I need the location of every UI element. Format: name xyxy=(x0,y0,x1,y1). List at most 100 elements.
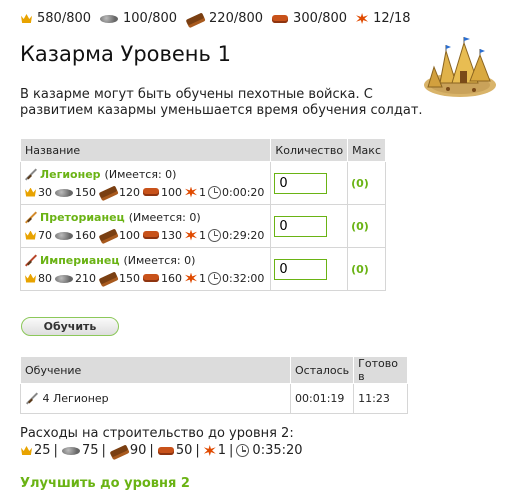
iron-icon xyxy=(99,13,119,24)
unit-have: (Имеется: 0) xyxy=(104,168,177,181)
cost-upkeep: 1 xyxy=(199,228,206,242)
upgrade-cost-clay: 50 xyxy=(175,443,193,458)
wood-icon xyxy=(98,272,118,284)
sword-icon xyxy=(24,254,38,268)
cost-clay: 130 xyxy=(161,228,182,242)
iron-icon xyxy=(54,230,74,241)
clay-icon xyxy=(142,229,160,241)
cost-upkeep: 1 xyxy=(199,271,206,285)
unit-name-link[interactable]: Легионер xyxy=(40,168,101,181)
quantity-cell xyxy=(270,247,349,291)
unit-row: Легионер (Имеется: 0) 30 150 120 100 1 0… xyxy=(19,161,386,205)
upgrade-cost-wood: 90 xyxy=(129,443,147,458)
cost-wood: 150 xyxy=(119,271,140,285)
unit-cost: 30 150 120 100 1 0:00:20 xyxy=(24,185,267,199)
cost-time: 0:32:00 xyxy=(222,271,265,285)
unit-info: Легионер (Имеется: 0) 30 150 120 100 1 0… xyxy=(19,161,272,205)
column-name: Название xyxy=(19,138,272,162)
iron-icon xyxy=(61,445,81,456)
wood-icon xyxy=(98,229,118,241)
unit-cost: 70 160 100 130 1 0:29:20 xyxy=(24,228,267,242)
cost-iron: 150 xyxy=(75,185,96,199)
upgrade-cost-iron: 75 xyxy=(81,443,99,458)
cost-iron: 210 xyxy=(75,271,96,285)
resource-wood: 220/800 xyxy=(185,11,263,26)
quantity-input[interactable] xyxy=(274,172,328,194)
quantity-input[interactable] xyxy=(274,258,328,280)
clock-icon xyxy=(208,228,221,242)
sword-icon xyxy=(24,211,38,225)
page-description: В казарме могут быть обучены пехотные во… xyxy=(20,87,423,118)
unit-name-link[interactable]: Преторианец xyxy=(40,211,125,224)
max-link[interactable]: (0) xyxy=(347,247,386,291)
wood-icon xyxy=(185,13,205,25)
resource-iron: 100/800 xyxy=(99,11,177,26)
clock-icon xyxy=(236,444,250,457)
cost-crop: 70 xyxy=(38,228,52,242)
cost-crop: 30 xyxy=(38,185,52,199)
burst-icon xyxy=(184,186,198,199)
cost-upkeep: 1 xyxy=(199,185,206,199)
train-button[interactable]: Обучить xyxy=(21,317,119,336)
clay-icon xyxy=(157,445,175,457)
unit-info: Преторианец (Имеется: 0) 70 160 100 130 … xyxy=(19,204,272,248)
unit-row: Преторианец (Имеется: 0) 70 160 100 130 … xyxy=(19,204,386,248)
column-remaining: Осталось xyxy=(289,356,355,384)
cost-clay: 160 xyxy=(161,271,182,285)
resource-crop: 580/800 xyxy=(20,11,91,26)
cost-iron: 160 xyxy=(75,228,96,242)
unit-info: Империанец (Имеется: 0) 80 210 150 160 1… xyxy=(19,247,272,291)
queue-unit-label: 4 Легионер xyxy=(42,391,109,405)
max-link[interactable]: (0) xyxy=(347,161,386,205)
training-queue-table: Обучение Осталось Готово в 4 Легионер 00… xyxy=(20,356,408,414)
cost-wood: 100 xyxy=(119,228,140,242)
upgrade-cost-crop: 25 xyxy=(34,443,51,458)
upgrade-link[interactable]: Улучшить до уровня 2 xyxy=(20,476,190,491)
resource-bar: 580/800 100/800 220/800 300/800 12/18 xyxy=(20,11,419,26)
clock-icon xyxy=(208,271,221,285)
unit-have: (Имеется: 0) xyxy=(128,211,201,224)
cost-clay: 100 xyxy=(161,185,182,199)
wood-icon xyxy=(109,445,129,457)
resource-burst: 12/18 xyxy=(355,11,410,26)
crop-icon xyxy=(24,273,37,284)
burst-icon xyxy=(184,229,198,242)
resource-value: 12/18 xyxy=(373,11,411,26)
crop-icon xyxy=(24,187,37,198)
upgrade-costs-title: Расходы на строительство до уровня 2: xyxy=(20,426,294,441)
queue-header: Обучение Осталось Готово в xyxy=(20,356,408,384)
clay-icon xyxy=(142,186,160,198)
cost-time: 0:00:20 xyxy=(222,185,265,199)
quantity-input[interactable] xyxy=(274,215,328,237)
units-table-header: Название Количество Макс xyxy=(19,138,386,162)
queue-unit: 4 Легионер xyxy=(20,383,291,414)
unit-name-link[interactable]: Империанец xyxy=(40,254,119,267)
burst-icon xyxy=(355,12,369,25)
queue-ready: 11:23 xyxy=(353,383,408,414)
column-ready: Готово в xyxy=(353,356,408,384)
wood-icon xyxy=(98,186,118,198)
quantity-cell xyxy=(270,204,349,248)
barracks-building-image xyxy=(424,37,496,97)
units-table: Название Количество Макс Легионер (Имеет… xyxy=(19,138,386,291)
column-training: Обучение xyxy=(20,356,291,384)
resource-value: 220/800 xyxy=(209,11,264,26)
iron-icon xyxy=(54,273,74,284)
max-link[interactable]: (0) xyxy=(347,204,386,248)
unit-cost: 80 210 150 160 1 0:32:00 xyxy=(24,271,267,285)
clay-icon xyxy=(271,13,289,25)
resource-value: 100/800 xyxy=(123,11,178,26)
clock-icon xyxy=(208,185,221,199)
clay-icon xyxy=(142,272,160,284)
queue-remaining: 00:01:19 xyxy=(290,383,355,414)
iron-icon xyxy=(54,187,74,198)
page-title: Казарма Уровень 1 xyxy=(20,42,231,66)
resource-value: 580/800 xyxy=(37,11,92,26)
queue-row: 4 Легионер 00:01:19 11:23 xyxy=(20,383,408,414)
sword-icon xyxy=(24,168,38,182)
crop-icon xyxy=(24,230,37,241)
sword-icon xyxy=(25,392,39,406)
quantity-cell xyxy=(270,161,349,205)
upgrade-costs: 25 | 75 | 90 | 50 | 1 | 0:35:20 xyxy=(20,443,303,458)
cost-time: 0:29:20 xyxy=(222,228,265,242)
